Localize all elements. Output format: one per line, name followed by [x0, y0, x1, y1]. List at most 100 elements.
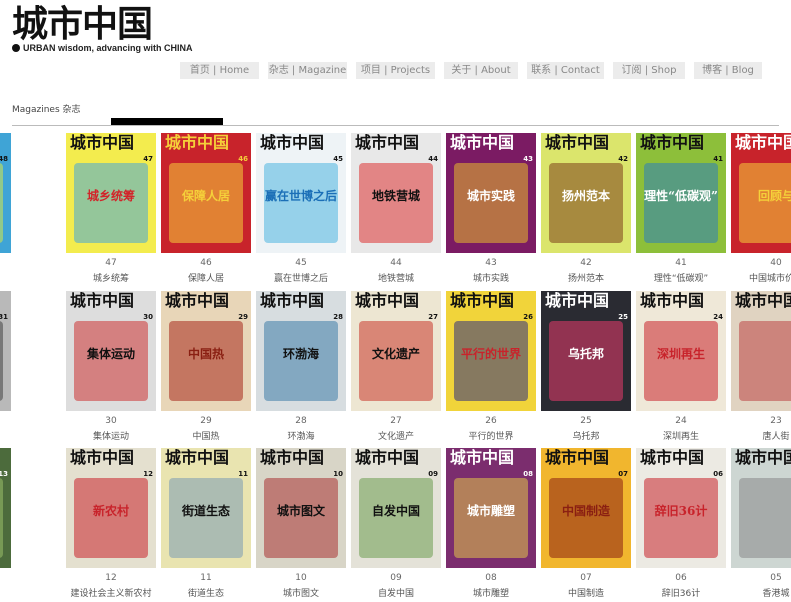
- cover-headline: 城市雕塑: [466, 504, 515, 518]
- nav-item-3[interactable]: 关于 | About: [444, 62, 518, 79]
- issue-title[interactable]: 城市雕塑: [446, 586, 536, 598]
- issue-title[interactable]: 城乡统筹: [66, 271, 156, 283]
- magazine-cover[interactable]: 城市中国 28 环渤海: [256, 291, 346, 411]
- issue-title[interactable]: 危机管理: [0, 429, 11, 441]
- cover-masthead: 城市中国: [70, 133, 135, 152]
- issue-title[interactable]: 地铁营城: [351, 271, 441, 283]
- cover-masthead: 城市中国: [735, 291, 791, 310]
- issue-title[interactable]: 环渤海: [256, 429, 346, 441]
- issue-number: 43: [485, 258, 497, 268]
- site-logo[interactable]: 城市中国 URBAN wisdom, advancing with CHINA: [12, 4, 193, 53]
- magazine-cover[interactable]: 城市中国 11 街道生态: [161, 448, 251, 568]
- cover-artwork: [549, 478, 623, 558]
- logo-tagline: URBAN wisdom, advancing with CHINA: [23, 43, 193, 53]
- magazine-cover[interactable]: 城市中国 48: [0, 133, 11, 253]
- issue-title[interactable]: 扬州范本: [541, 271, 631, 283]
- cover-masthead: 城市中国: [0, 448, 11, 468]
- magazine-cover[interactable]: 城市中国 41 理性“低碳观”: [636, 133, 726, 253]
- magazine-cover[interactable]: 城市中国 06 辞旧36计: [636, 448, 726, 568]
- cover-masthead: 城市中国: [450, 448, 515, 467]
- cover-masthead: 城市中国: [165, 133, 230, 152]
- magazine-cover[interactable]: 城市中国 09 自发中国: [351, 448, 441, 568]
- issue-title[interactable]: 乌托邦: [541, 429, 631, 441]
- issue-title[interactable]: 文化遗产: [351, 429, 441, 441]
- issue-number: 23: [770, 416, 782, 426]
- magazine-cover[interactable]: 城市中国 27 文化遗产: [351, 291, 441, 411]
- issue-number: 42: [580, 258, 592, 268]
- magazine-cover[interactable]: 城市中国 24 深圳再生: [636, 291, 726, 411]
- magazine-cover[interactable]: 城市中国 29 中国热: [161, 291, 251, 411]
- issue-title[interactable]: 城市图文: [256, 586, 346, 598]
- issue-title[interactable]: 建设社会主义新农村: [66, 586, 156, 598]
- cover-headline: 街道生态: [181, 504, 230, 518]
- nav-item-0[interactable]: 首页 | Home: [180, 62, 259, 79]
- issue-title[interactable]: 唐人街: [731, 429, 791, 441]
- nav-item-6[interactable]: 博客 | Blog: [694, 62, 762, 79]
- issue-title[interactable]: 集体运动: [66, 429, 156, 441]
- cover-masthead: 城市中国: [260, 291, 325, 310]
- cover-headline: 扬州范本: [561, 189, 610, 203]
- issue-title[interactable]: 城乡注意: [0, 271, 11, 283]
- issue-title[interactable]: 辞旧36计: [636, 586, 726, 598]
- issue-number: 29: [200, 416, 212, 426]
- issue-number: 27: [390, 416, 402, 426]
- magazine-cover[interactable]: 城市中国 08 城市雕塑: [446, 448, 536, 568]
- issue-title[interactable]: 中国城市价值: [731, 271, 791, 283]
- magazine-cover[interactable]: 城市中国 43 城市实践: [446, 133, 536, 253]
- cover-masthead: 城市中国: [450, 133, 515, 152]
- magazine-cover[interactable]: 城市中国 25 乌托邦: [541, 291, 631, 411]
- cover-issue-number: 09: [428, 470, 438, 478]
- cover-masthead: 城市中国: [640, 448, 705, 467]
- magazine-cover[interactable]: 城市中国40回顾与: [731, 133, 791, 253]
- issue-title[interactable]: 香港城: [731, 586, 791, 598]
- magazine-cover[interactable]: 城市中国 13: [0, 448, 11, 568]
- issue-title[interactable]: 自发中国: [351, 586, 441, 598]
- magazine-row-2: 城市中国 31 31 危机管理 城市中国 30 集体运动 30 集体运动 城市中国 29 中国热 29 中…: [0, 291, 791, 441]
- cover-masthead: 城市中国: [735, 448, 791, 467]
- issue-title[interactable]: 中国热: [161, 429, 251, 441]
- nav-item-4[interactable]: 联系 | Contact: [527, 62, 604, 79]
- cover-issue-number: 12: [143, 470, 153, 478]
- magazine-cover[interactable]: 城市中国 26 平行的世界: [446, 291, 536, 411]
- nav-item-5[interactable]: 订阅 | Shop: [613, 62, 685, 79]
- issue-title[interactable]: 珠三角: [0, 586, 11, 598]
- issue-title[interactable]: 城市实践: [446, 271, 536, 283]
- issue-title[interactable]: 赢在世博之后: [256, 271, 346, 283]
- cover-masthead: 城市中国: [165, 291, 230, 310]
- magazine-cover[interactable]: 城市中国23: [731, 291, 791, 411]
- issue-title[interactable]: 街道生态: [161, 586, 251, 598]
- magazine-cover[interactable]: 城市中国 30 集体运动: [66, 291, 156, 411]
- nav-item-2[interactable]: 项目 | Projects: [356, 62, 435, 79]
- cover-headline: 乌托邦: [567, 347, 604, 361]
- magazine-cover[interactable]: 城市中国 47 城乡统筹: [66, 133, 156, 253]
- logo-wordmark: 城市中国: [12, 3, 153, 45]
- cover-issue-number: 31: [0, 313, 8, 321]
- cover-masthead: 城市中国: [640, 291, 705, 310]
- cover-headline: 地铁营城: [371, 189, 420, 203]
- issue-title[interactable]: 深圳再生: [636, 429, 726, 441]
- magazine-cover[interactable]: 城市中国 42 扬州范本: [541, 133, 631, 253]
- cover-issue-number: 29: [238, 313, 248, 321]
- cover-artwork: [644, 163, 718, 243]
- cover-headline: 赢在世博之后: [264, 189, 337, 203]
- issue-number: 24: [675, 416, 687, 426]
- issue-title[interactable]: 保障人居: [161, 271, 251, 283]
- cover-issue-number: 28: [333, 313, 343, 321]
- cover-issue-number: 42: [618, 155, 628, 163]
- cover-issue-number: 44: [428, 155, 438, 163]
- magazine-cover[interactable]: 城市中国05: [731, 448, 791, 568]
- cover-artwork: [644, 478, 718, 558]
- magazine-cover[interactable]: 城市中国 46 保障人居: [161, 133, 251, 253]
- cover-artwork: [359, 163, 433, 243]
- issue-title[interactable]: 中国制造: [541, 586, 631, 598]
- issue-title[interactable]: 平行的世界: [446, 429, 536, 441]
- magazine-cover[interactable]: 城市中国 07 中国制造: [541, 448, 631, 568]
- magazine-cover[interactable]: 城市中国 44 地铁营城: [351, 133, 441, 253]
- magazine-cover[interactable]: 城市中国 10 城市图文: [256, 448, 346, 568]
- nav-item-1[interactable]: 杂志 | Magazine: [268, 62, 347, 79]
- magazine-cover[interactable]: 城市中国 45 赢在世博之后: [256, 133, 346, 253]
- cover-issue-number: 30: [143, 313, 153, 321]
- magazine-cover[interactable]: 城市中国 12 新农村: [66, 448, 156, 568]
- magazine-cover[interactable]: 城市中国 31: [0, 291, 11, 411]
- issue-title[interactable]: 理性“低碳观”: [636, 271, 726, 283]
